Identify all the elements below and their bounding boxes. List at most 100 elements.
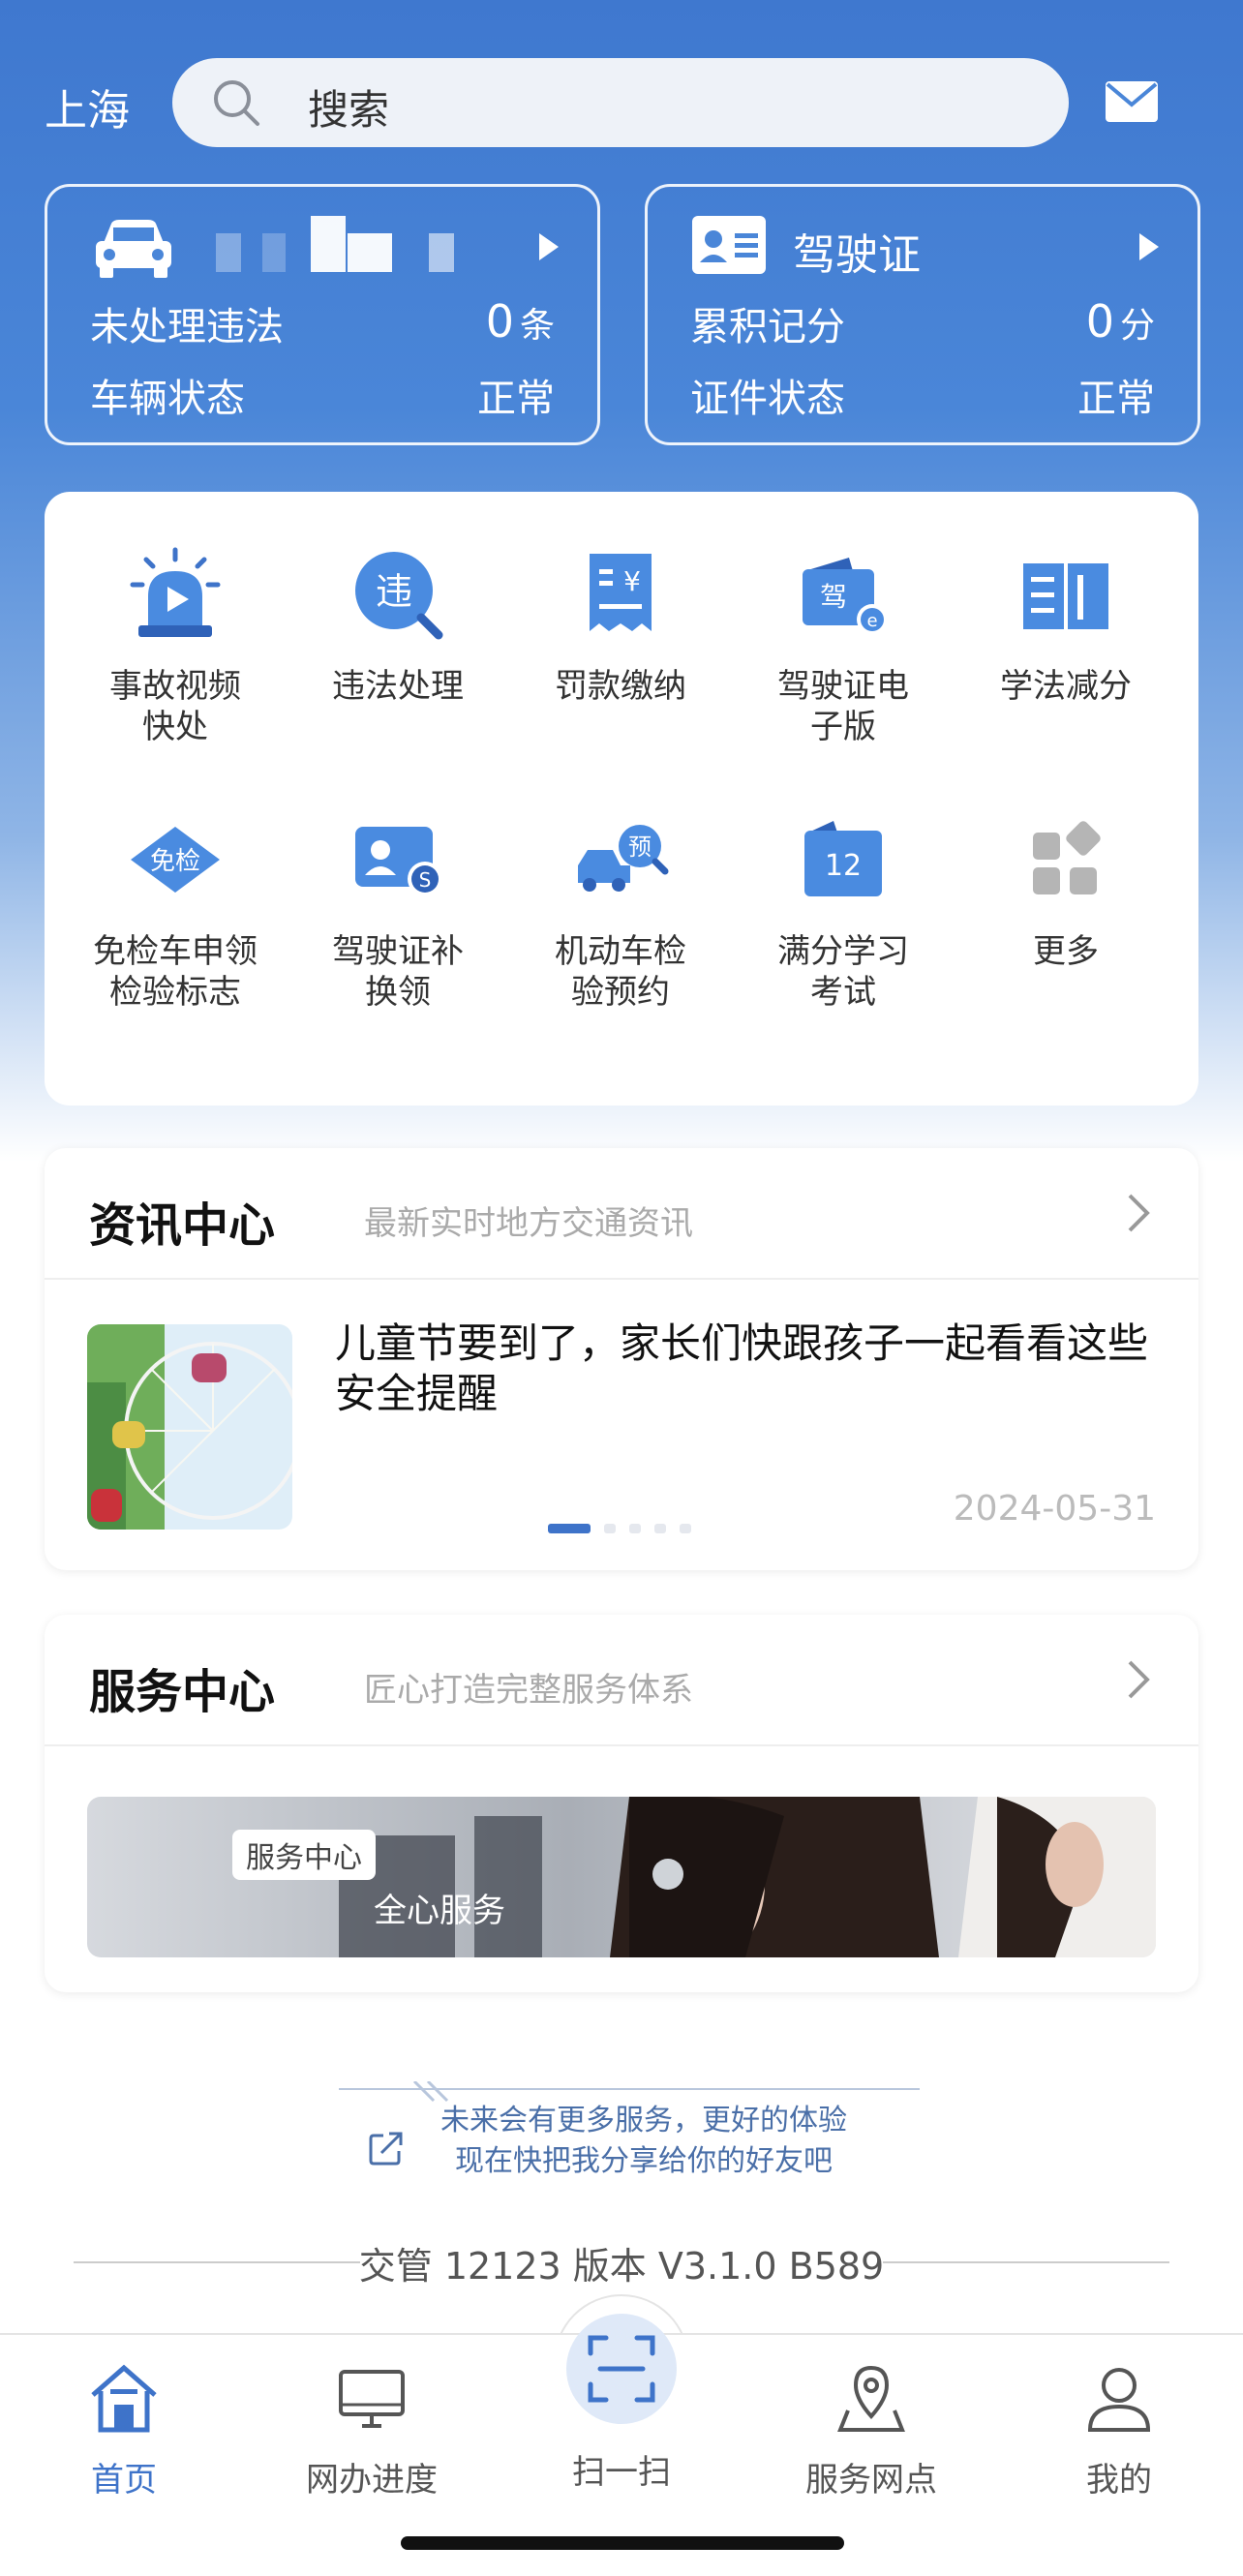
license-status-card[interactable]: 驾驶证 累积记分 0分 证件状态 正常 <box>645 184 1200 445</box>
service-inspection-booking[interactable]: 预 机动车检 验预约 <box>519 811 722 1013</box>
service-label: 罚款缴纳 <box>555 667 686 706</box>
news-center-subtitle: 最新实时地方交通资讯 <box>364 1204 693 1243</box>
service-label: 满分学习 考试 <box>777 932 909 1012</box>
tab-profile[interactable]: 我的 <box>995 2335 1243 2500</box>
service-license-renew[interactable]: S 驾驶证补 换领 <box>296 811 500 1013</box>
top-bar: 上海 搜索 <box>0 58 1243 147</box>
home-indicator <box>401 2536 844 2550</box>
service-exempt-inspection[interactable]: 免检 免检车申领 检验标志 <box>74 811 277 1013</box>
user-icon <box>1087 2368 1151 2432</box>
share-text: 未来会有更多服务，更好的体验 现在快把我分享给你的好友吧 <box>426 2101 862 2182</box>
ferris-wheel-image <box>87 1324 292 1530</box>
news-date: 2024-05-31 <box>953 1489 1156 1529</box>
monitor-icon <box>339 2370 405 2428</box>
service-center-subtitle: 匠心打造完整服务体系 <box>364 1671 693 1710</box>
violations-row: 未处理违法 0条 <box>90 295 555 351</box>
service-violation[interactable]: 违 违法处理 <box>296 546 500 707</box>
chevron-right-icon <box>1139 233 1159 260</box>
scan-button[interactable] <box>566 2314 677 2424</box>
service-banner-tag: 服务中心 <box>232 1830 376 1880</box>
carousel-dot <box>654 1524 666 1533</box>
divider <box>45 1278 1198 1280</box>
carousel-dot <box>629 1524 641 1533</box>
tab-progress[interactable]: 网办进度 <box>248 2335 496 2500</box>
e-license-icon: 驾 e <box>803 558 888 635</box>
share-line-2: 现在快把我分享给你的好友吧 <box>455 2144 833 2178</box>
search-icon <box>214 80 259 126</box>
service-label: 更多 <box>1033 932 1099 971</box>
carousel-dot <box>680 1524 691 1533</box>
inspection-booking-icon: 预 <box>578 825 669 892</box>
points-unit: 分 <box>1119 306 1155 346</box>
search-placeholder: 搜索 <box>308 86 390 134</box>
license-renew-icon: S <box>355 827 442 896</box>
violations-count: 0 <box>485 295 514 348</box>
vehicle-status-value: 正常 <box>477 377 555 421</box>
plate-number-masked <box>348 233 392 272</box>
svg-text:免检: 免检 <box>150 847 200 876</box>
news-center-title: 资讯中心 <box>89 1198 276 1253</box>
service-study-points[interactable]: 学法减分 <box>964 546 1167 707</box>
carousel-dot <box>548 1524 591 1533</box>
service-accident-video[interactable]: 事故视频 快处 <box>74 546 277 747</box>
news-headline[interactable]: 儿童节要到了，家长们快跟孩子一起看看这些安全提醒 <box>335 1318 1148 1419</box>
chevron-right-icon[interactable] <box>1127 1193 1150 1233</box>
license-status-row: 证件状态 正常 <box>690 367 1155 423</box>
svg-text:S: S <box>419 868 432 892</box>
more-grid-icon <box>1033 821 1101 894</box>
mail-icon[interactable] <box>1104 79 1160 124</box>
service-full-score-exam[interactable]: 12 满分学习 考试 <box>742 811 945 1013</box>
svg-text:预: 预 <box>628 833 652 861</box>
tab-service-points[interactable]: 服务网点 <box>747 2335 995 2500</box>
svg-text:12: 12 <box>825 849 862 883</box>
plate-number-masked <box>429 233 454 272</box>
svg-text:违: 违 <box>376 570 412 613</box>
vehicle-status-row: 车辆状态 正常 <box>90 367 555 423</box>
service-label: 学法减分 <box>1000 667 1132 706</box>
svg-text:e: e <box>866 611 877 631</box>
vehicle-status-label: 车辆状态 <box>90 377 245 421</box>
study-book-icon <box>1023 563 1108 629</box>
service-e-license[interactable]: 驾 e 驾驶证电 子版 <box>742 546 945 747</box>
share-icon <box>369 2132 403 2166</box>
violations-unit: 条 <box>519 306 555 346</box>
service-banner-text: 全心服务 <box>374 1892 505 1930</box>
svg-text:驾: 驾 <box>820 581 847 613</box>
city-selector[interactable]: 上海 <box>45 76 130 137</box>
vehicle-status-card[interactable]: 未处理违法 0条 车辆状态 正常 <box>45 184 600 445</box>
app-version: 交管 12123 版本 V3.1.0 B589 <box>358 2245 885 2288</box>
service-label: 事故视频 快处 <box>109 667 241 746</box>
share-hint[interactable]: 未来会有更多服务，更好的体验 现在快把我分享给你的好友吧 <box>339 2081 920 2207</box>
fine-payment-icon: ¥ <box>590 554 652 631</box>
news-center-card: 资讯中心 最新实时地方交通资讯 儿童节要到了，家长们快跟孩子一起看看这些安全提醒… <box>45 1148 1198 1570</box>
scan-icon <box>588 2335 655 2403</box>
service-banner[interactable]: 服务中心 全心服务 <box>87 1797 1156 1957</box>
share-line-1: 未来会有更多服务，更好的体验 <box>440 2104 847 2137</box>
tab-label: 服务网点 <box>805 2461 937 2500</box>
violation-icon: 违 <box>355 552 443 640</box>
full-score-exam-icon: 12 <box>804 821 882 896</box>
accident-video-icon <box>130 547 221 637</box>
service-more[interactable]: 更多 <box>964 811 1167 972</box>
news-thumbnail[interactable] <box>87 1324 292 1530</box>
service-label: 驾驶证电 子版 <box>777 667 909 746</box>
service-label: 机动车检 验预约 <box>555 932 686 1012</box>
id-card-icon <box>692 216 766 274</box>
chevron-right-icon[interactable] <box>1127 1659 1150 1700</box>
plate-number-masked <box>262 233 286 272</box>
home-icon <box>91 2364 157 2433</box>
service-fine-payment[interactable]: ¥ 罚款缴纳 <box>519 546 722 707</box>
car-icon <box>96 220 171 278</box>
tab-label: 首页 <box>91 2461 157 2500</box>
chevron-right-icon <box>539 233 559 260</box>
points-row: 累积记分 0分 <box>690 295 1155 351</box>
services-panel: 事故视频 快处 违 违法处理 ¥ 罚款缴纳 驾 e 驾驶证电 子版 学法减分 免… <box>45 492 1198 1106</box>
divider <box>45 1744 1198 1746</box>
license-status-label: 证件状态 <box>690 377 845 421</box>
search-bar[interactable]: 搜索 <box>172 58 1069 147</box>
plate-number-masked <box>216 233 241 272</box>
points-label: 累积记分 <box>690 305 845 349</box>
license-title: 驾驶证 <box>793 230 921 280</box>
tab-home[interactable]: 首页 <box>0 2335 248 2500</box>
service-label: 违法处理 <box>332 667 464 706</box>
